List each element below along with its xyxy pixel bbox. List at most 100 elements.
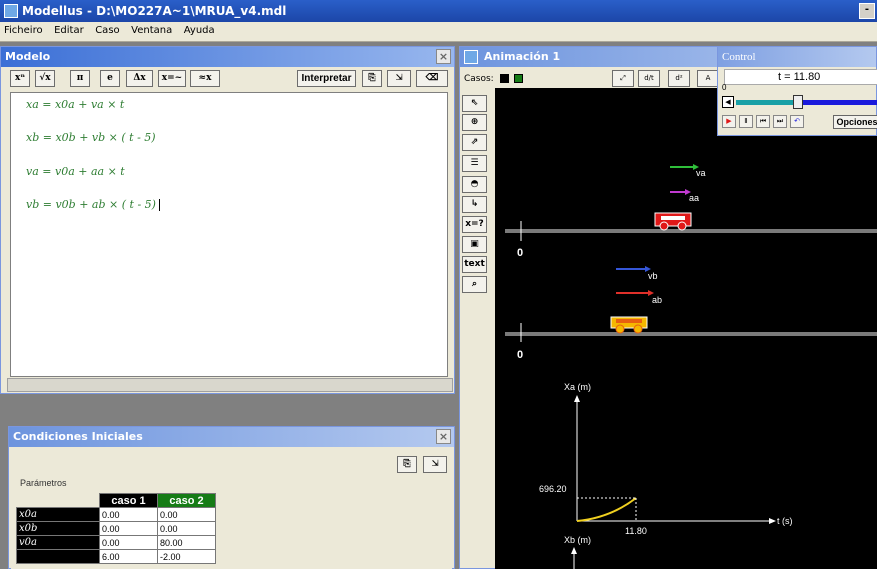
pause-icon[interactable]: Ⅱ xyxy=(739,115,753,128)
table-header-row: caso 1 caso 2 xyxy=(17,493,216,508)
animacion-title: Animación 1 xyxy=(484,50,561,63)
time-display: t = 11.80 xyxy=(778,71,821,83)
cart-b[interactable] xyxy=(610,316,648,334)
param-value-caso1[interactable]: 0.00 xyxy=(99,521,158,536)
approx-button[interactable]: x=~ xyxy=(158,70,186,87)
equation-line[interactable]: xb = x0b + vb × ( t - 5) xyxy=(26,131,156,144)
modelo-close-button[interactable]: × xyxy=(436,49,451,64)
menu-ficheiro[interactable]: Ficheiro xyxy=(0,22,47,36)
derivative-button[interactable]: ≈x xyxy=(190,70,220,87)
animation-drawing: 0 va aa 0 vb ab Xa (m) t (s) 696.20 11.8… xyxy=(505,164,877,569)
param-value-caso2[interactable]: -2.00 xyxy=(157,549,216,564)
derivative-tool-icon[interactable]: d/t xyxy=(638,70,660,87)
param-value-caso1[interactable]: 0.00 xyxy=(99,507,158,522)
e-button[interactable]: e xyxy=(100,70,120,87)
param-name: x0a xyxy=(16,507,100,522)
replay-icon[interactable]: ↶ xyxy=(790,115,804,128)
derivative2-tool-icon[interactable]: d² xyxy=(668,70,690,87)
text-caret xyxy=(158,199,160,211)
caso1-header[interactable]: caso 1 xyxy=(99,493,158,508)
param-value-caso1[interactable]: 0.00 xyxy=(99,535,158,550)
caso2-checkbox[interactable] xyxy=(514,74,524,83)
step-back-arrow-icon[interactable]: ◀ xyxy=(722,96,734,108)
cart-a-wheel xyxy=(677,221,687,231)
track-a xyxy=(505,229,877,233)
text-tool-button[interactable]: text xyxy=(462,256,487,273)
power-button[interactable]: xⁿ xyxy=(10,70,30,87)
condiciones-title: Condiciones Iniciales xyxy=(13,430,143,443)
origin-label-b: 0 xyxy=(517,349,523,361)
time-slider-fill xyxy=(736,100,798,105)
param-value-caso1[interactable]: 6.00 xyxy=(99,549,158,564)
area-tool-icon[interactable]: A xyxy=(697,70,719,87)
equation-line[interactable]: va = v0a + aa × t xyxy=(26,165,125,178)
resize-icon[interactable]: ⇲ xyxy=(423,456,447,473)
zoom-axis-icon[interactable]: ⤢ xyxy=(612,70,634,87)
play-icon[interactable]: ▶ xyxy=(722,115,736,128)
control-window: Control t = 11.80 0 ◀ ▶ Ⅱ ⏮ ⏭ ↶ Opciones xyxy=(717,46,877,136)
menu-bar: Ficheiro Editar Caso Ventana Ayuda xyxy=(0,22,877,42)
param-value-caso2[interactable]: 0.00 xyxy=(157,521,216,536)
graph2-ylabel: Xb (m) xyxy=(564,535,591,545)
condiciones-window: Condiciones Iniciales × ⎘ ⇲ Parámetros c… xyxy=(8,426,455,569)
condiciones-titlebar: Condiciones Iniciales × xyxy=(9,427,454,447)
param-value-caso2[interactable]: 0.00 xyxy=(157,507,216,522)
menu-caso[interactable]: Caso xyxy=(91,22,123,36)
horizontal-scrollbar[interactable] xyxy=(7,378,453,392)
modelo-toolbar: xⁿ √x π e Δx x=~ ≈x Interpretar ⎘ ⇲ ⌫ xyxy=(1,67,454,91)
rewind-icon[interactable]: ⏮ xyxy=(756,115,770,128)
graph1-ylabel: Xa (m) xyxy=(564,382,591,392)
animation-canvas[interactable]: 0 va aa 0 vb ab Xa (m) t (s) 696.20 11.8… xyxy=(495,88,877,569)
ab-label: ab xyxy=(652,295,662,305)
graph1-y-arrowhead xyxy=(574,395,580,402)
cart-b-window xyxy=(616,319,642,323)
menu-editar[interactable]: Editar xyxy=(50,22,88,36)
sqrt-button[interactable]: √x xyxy=(35,70,55,87)
delta-button[interactable]: Δx xyxy=(126,70,153,87)
equation-text: va = v0a + aa × t xyxy=(26,165,125,178)
modellus-app-icon xyxy=(4,4,18,18)
table-row: 6.00 -2.00 xyxy=(16,549,216,564)
copy-icon[interactable]: ⎘ xyxy=(362,70,382,87)
animation-window-icon xyxy=(464,50,478,64)
interpretar-button[interactable]: Interpretar xyxy=(297,70,356,87)
step-forward-icon[interactable]: ⏭ xyxy=(773,115,787,128)
table-row: x0a 0.00 0.00 xyxy=(16,507,216,522)
menu-ayuda[interactable]: Ayuda xyxy=(180,22,219,36)
opciones-button[interactable]: Opciones xyxy=(833,115,877,129)
graph-tool-icon[interactable]: ↳ xyxy=(462,196,487,213)
param-name: x0b xyxy=(16,521,100,536)
window-title: Modellus - D:\MO227A~1\MRUA_v4.mdl xyxy=(22,4,287,18)
eraser-icon[interactable]: ⌫ xyxy=(416,70,448,87)
modelo-title: Modelo xyxy=(5,50,51,63)
condiciones-close-button[interactable]: × xyxy=(436,429,451,444)
cart-a[interactable] xyxy=(654,212,692,231)
pi-button[interactable]: π xyxy=(70,70,90,87)
parametros-label: Parámetros xyxy=(20,478,67,488)
magnify-tool-icon[interactable]: ⌕ xyxy=(462,276,487,293)
particle-tool-icon[interactable]: ⊕ xyxy=(462,114,487,131)
equation-text: vb = v0b + ab × ( t - 5) xyxy=(26,198,156,211)
param-value-caso2[interactable]: 80.00 xyxy=(157,535,216,550)
cart-b-wheel xyxy=(615,324,625,334)
va-label: va xyxy=(696,168,706,178)
vector-tool-icon[interactable]: ⇗ xyxy=(462,134,487,151)
pointer-tool-icon[interactable]: ⇖ xyxy=(462,95,487,112)
level-tool-icon[interactable]: ☰ xyxy=(462,155,487,172)
image-tool-icon[interactable]: ▣ xyxy=(462,236,487,253)
caso1-checkbox[interactable] xyxy=(499,74,509,83)
caso2-header[interactable]: caso 2 xyxy=(157,493,216,508)
origin-label-a: 0 xyxy=(517,247,523,259)
gauge-tool-icon[interactable]: ◓ xyxy=(462,176,487,193)
copy-icon[interactable]: ⎘ xyxy=(397,456,417,473)
control-title: Control xyxy=(722,51,756,63)
equation-line[interactable]: vb = v0b + ab × ( t - 5) xyxy=(26,198,160,211)
value-tool-icon[interactable]: x=? xyxy=(462,216,487,233)
minimize-button[interactable]: - xyxy=(859,3,875,19)
aa-label: aa xyxy=(689,193,699,203)
equation-line[interactable]: xa = x0a + va × t xyxy=(26,98,124,111)
time-slider-thumb[interactable] xyxy=(793,95,803,109)
resize-icon[interactable]: ⇲ xyxy=(387,70,411,87)
equation-editor[interactable]: xa = x0a + va × t xb = x0b + vb × ( t - … xyxy=(10,92,448,377)
menu-ventana[interactable]: Ventana xyxy=(127,22,176,36)
